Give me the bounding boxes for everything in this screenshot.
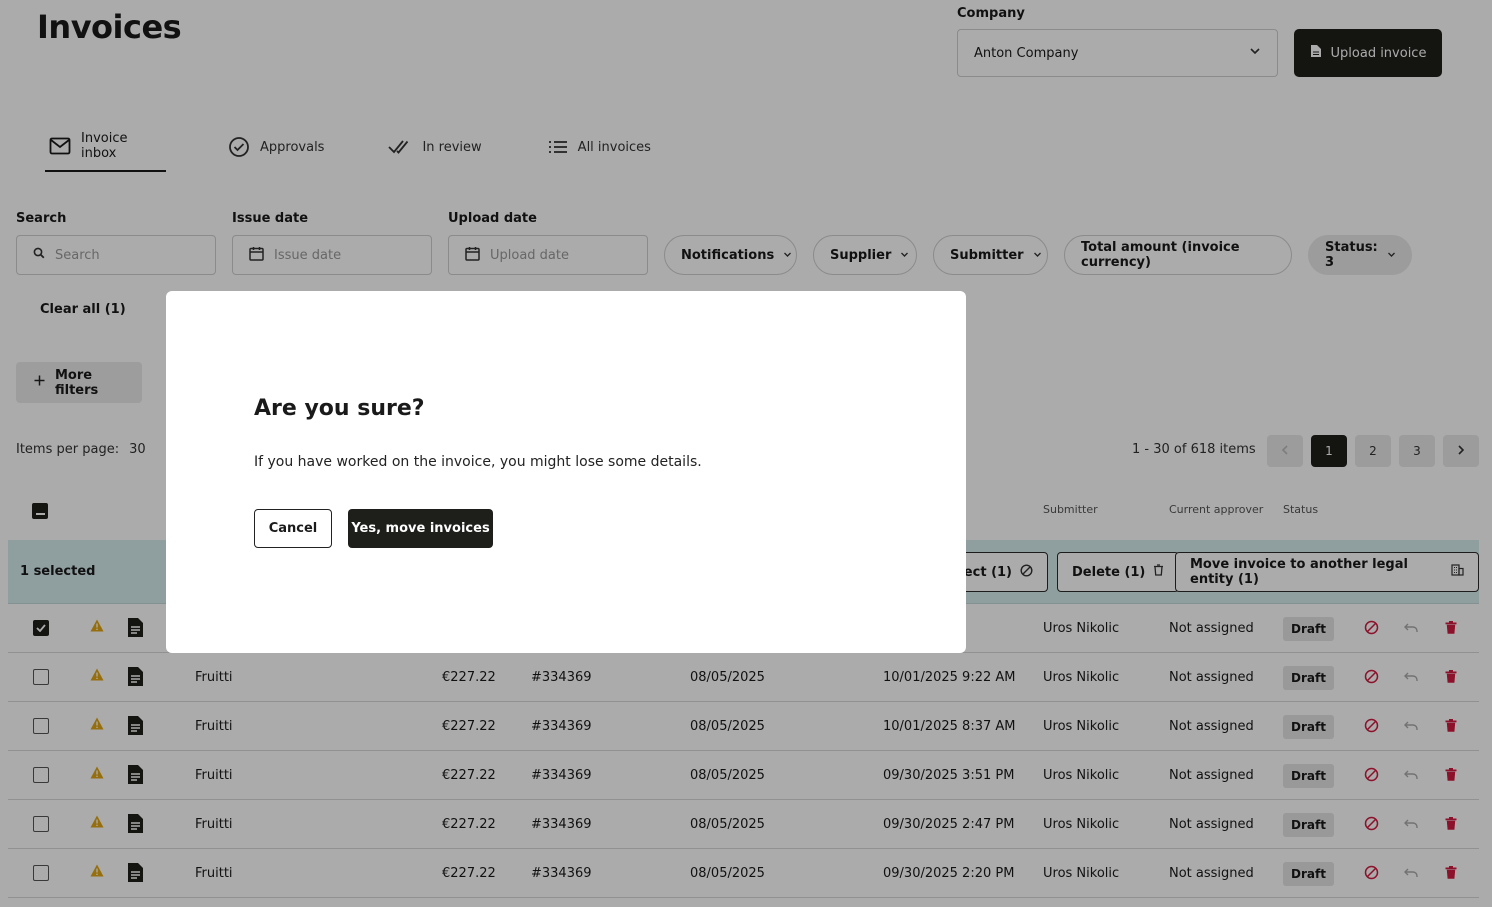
confirm-move-button[interactable]: Yes, move invoices — [348, 509, 493, 548]
confirm-dialog: Are you sure? If you have worked on the … — [166, 291, 966, 653]
cancel-button[interactable]: Cancel — [254, 509, 332, 548]
dialog-title: Are you sure? — [254, 396, 425, 421]
dialog-message: If you have worked on the invoice, you m… — [254, 454, 702, 470]
